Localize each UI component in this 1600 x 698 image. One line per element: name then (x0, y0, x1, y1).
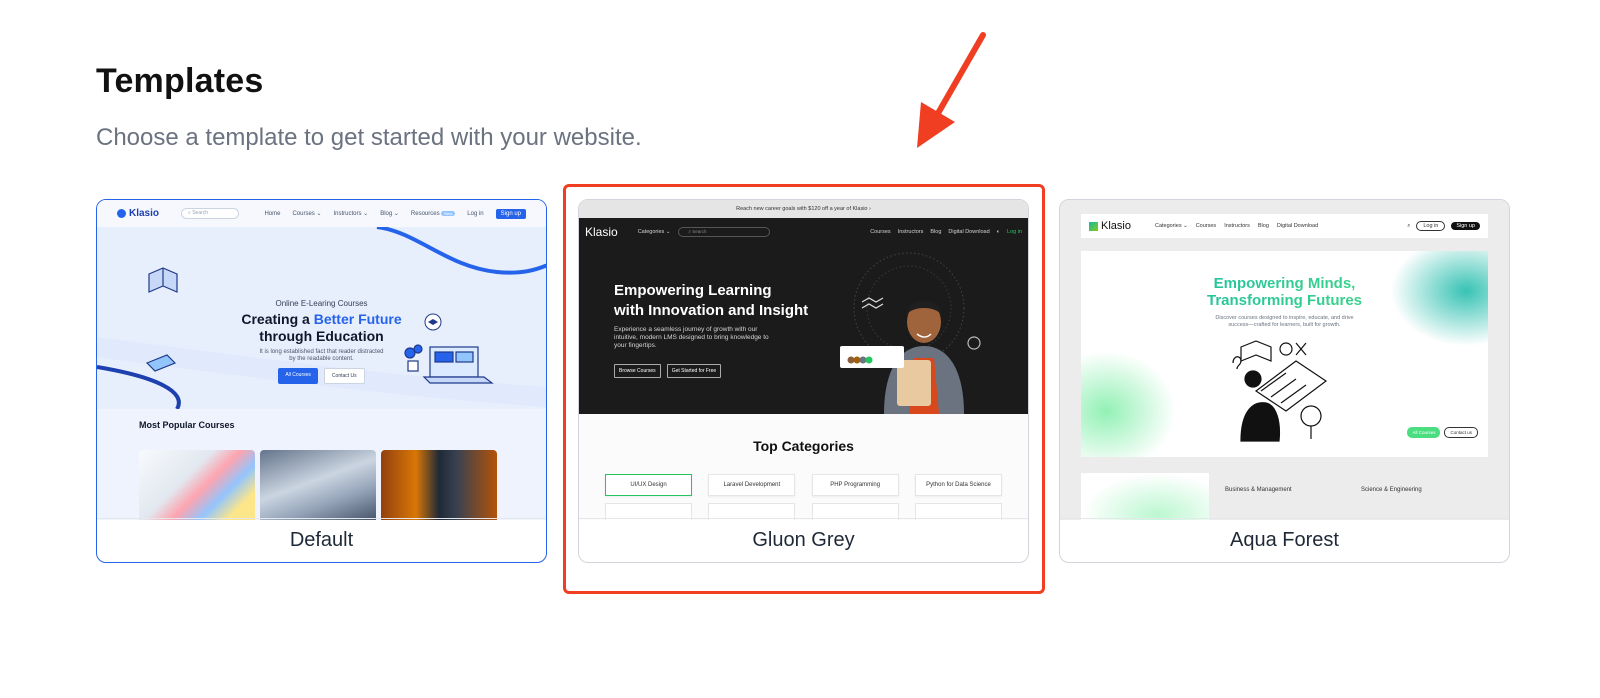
preview-section-title: Top Categories (753, 438, 854, 454)
preview-hero: Klasio Categories ⌄ ⌕ Search Courses Ins… (579, 218, 1028, 414)
page-subtitle: Choose a template to get started with yo… (96, 124, 642, 151)
preview-category-chips: UI/UX Design Laravel Development PHP Pro… (605, 474, 1002, 496)
template-card-default[interactable]: Klasio ⌕ Search Home Courses ⌄ Instructo… (96, 199, 547, 563)
preview-buttons: All Courses Contact us (1407, 427, 1478, 438)
category-chip: Python for Data Science (914, 474, 1002, 496)
preview-headline: Creating a Better Future through Educati… (241, 311, 402, 344)
template-name: Default (97, 518, 546, 562)
category-chip: Laravel Development (708, 474, 796, 496)
preview-course-thumb (139, 450, 255, 520)
template-preview-default: Klasio ⌕ Search Home Courses ⌄ Instructo… (97, 200, 546, 520)
preview-hero: Empowering Minds, Transforming Futures Di… (1081, 251, 1488, 457)
preview-description: Discover courses designed to inspire, ed… (1215, 315, 1354, 328)
preview-hero: Online E-Learing Courses Creating a Bett… (97, 227, 546, 409)
preview-nav: Klasio Categories ⌄ Courses Instructors … (1081, 214, 1488, 238)
search-icon: ⌕ (1407, 222, 1411, 229)
preview-nav: Klasio ⌕ Search Home Courses ⌄ Instructo… (97, 200, 546, 227)
preview-nav-links: Home Courses ⌄ Instructors ⌄ Blog ⌄ Reso… (264, 208, 526, 219)
preview-logo: Klasio (117, 208, 159, 219)
preview-buttons: Browse Courses Get Started for Free (614, 364, 722, 378)
preview-banner: Reach new career goals with $120 off a y… (579, 200, 1028, 218)
preview-headline: Empowering Learning with Innovation and I… (614, 282, 809, 319)
template-card-gluon-grey[interactable]: Reach new career goals with $120 off a y… (578, 199, 1029, 563)
template-preview-gluon-grey: Reach new career goals with $120 off a y… (579, 200, 1028, 520)
preview-course-thumb (381, 450, 497, 520)
arrow-annotation-icon (917, 32, 986, 148)
preview-logo: Klasio (1089, 220, 1131, 232)
preview-lower: Business & Management Science & Engineer… (1081, 473, 1509, 520)
preview-description: Experience a seamless journey of growth … (614, 326, 769, 349)
preview-headline: Empowering Minds, Transforming Futures (1081, 275, 1488, 309)
preview-buttons: All Courses Contact Us (97, 368, 546, 384)
preview-nav-links: Categories ⌄ Courses Instructors Blog Di… (1154, 223, 1319, 229)
preview-section-title: Most Popular Courses (139, 420, 235, 430)
template-preview-aqua-forest: Klasio Categories ⌄ Courses Instructors … (1060, 200, 1509, 520)
page-title: Templates (96, 62, 264, 100)
preview-search: ⌕ Search (181, 208, 240, 219)
category-chip: PHP Programming (811, 474, 899, 496)
category-chip: UI/UX Design (605, 474, 692, 496)
preview-course-thumb (260, 450, 376, 520)
template-name: Gluon Grey (579, 518, 1028, 562)
preview-kicker: Online E-Learing Courses (275, 299, 368, 308)
preview-description: It is long established fact that reader … (259, 349, 384, 362)
template-name: Aqua Forest (1060, 518, 1509, 562)
template-card-aqua-forest[interactable]: Klasio Categories ⌄ Courses Instructors … (1059, 199, 1510, 563)
